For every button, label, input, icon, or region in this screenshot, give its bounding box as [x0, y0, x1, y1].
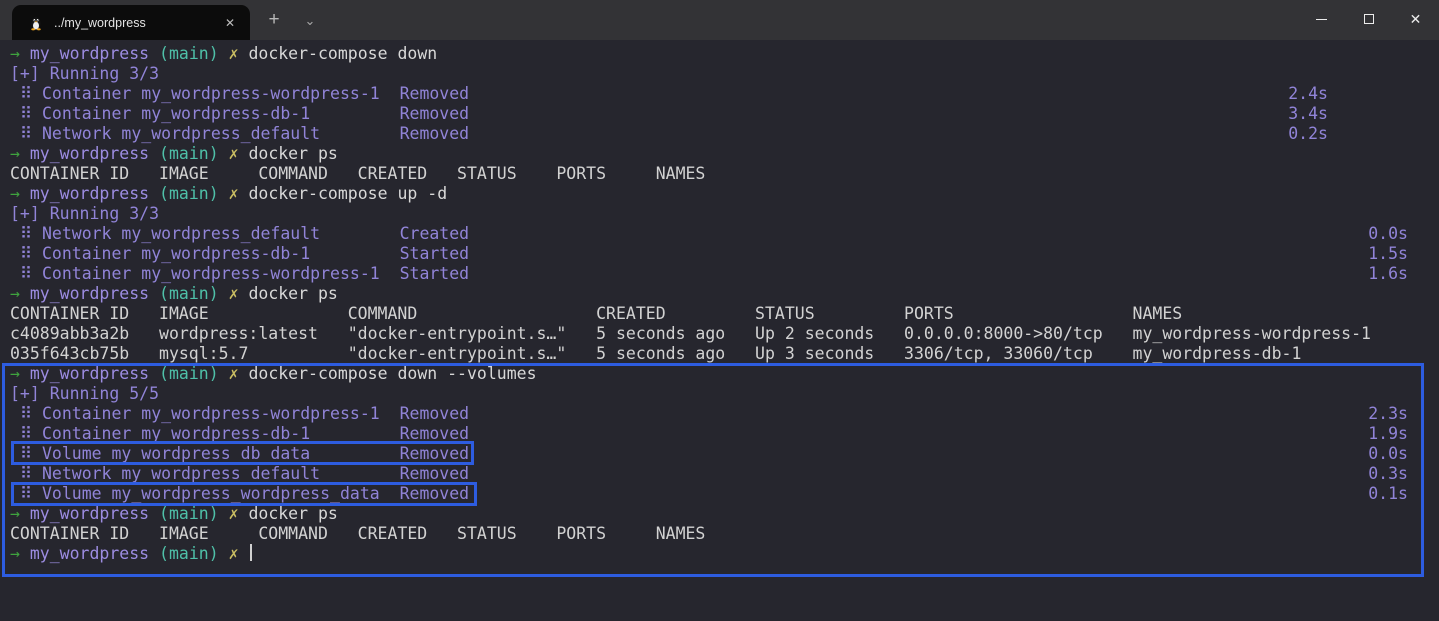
prompt-line: → my_wordpress (main) ✗ — [10, 544, 1439, 564]
docker-ps-header-line: CONTAINER ID IMAGE COMMAND CREATED STATU… — [10, 304, 1439, 324]
docker-ps-row: c4089abb3a2b wordpress:latest "docker-en… — [10, 324, 1439, 344]
terminal-cursor — [250, 544, 252, 561]
compose-item-line-volume-db-data: ⠿ Volume my_wordpress_db_data Removed0.0… — [10, 444, 1439, 464]
prompt-line: → my_wordpress (main) ✗ docker-compose d… — [10, 364, 1439, 384]
compose-timer: 0.2s — [1288, 124, 1328, 144]
window-controls: ✕ — [1298, 0, 1439, 38]
compose-item-line: ⠿ Container my_wordpress-wordpress-1 Rem… — [10, 404, 1439, 424]
minimize-button[interactable] — [1298, 0, 1345, 38]
prompt-line: → my_wordpress (main) ✗ docker-compose u… — [10, 184, 1439, 204]
prompt-line: → my_wordpress (main) ✗ docker ps — [10, 284, 1439, 304]
terminal[interactable]: → my_wordpress (main) ✗ docker-compose d… — [0, 40, 1439, 621]
compose-timer: 0.0s — [1368, 444, 1408, 464]
tux-linux-icon — [28, 15, 44, 31]
compose-item-line: ⠿ Container my_wordpress-wordpress-1 Rem… — [10, 84, 1439, 104]
minimize-icon — [1316, 19, 1327, 20]
compose-timer: 1.5s — [1368, 244, 1408, 264]
compose-progress-line: [+] Running 3/3 — [10, 204, 1439, 224]
tab-title: ../my_wordpress — [54, 16, 220, 30]
compose-item-line: ⠿ Network my_wordpress_default Removed0.… — [10, 124, 1439, 144]
terminal-lines: → my_wordpress (main) ✗ docker-compose d… — [10, 44, 1439, 564]
maximize-icon — [1364, 14, 1374, 24]
close-icon: ✕ — [1410, 12, 1422, 26]
compose-item-line-volume-wordpress-data: ⠿ Volume my_wordpress_wordpress_data Rem… — [10, 484, 1439, 504]
compose-timer: 2.4s — [1288, 84, 1328, 104]
docker-ps-header-line: CONTAINER ID IMAGE COMMAND CREATED STATU… — [10, 524, 1439, 544]
compose-item-line: ⠿ Network my_wordpress_default Removed0.… — [10, 464, 1439, 484]
docker-ps-header-line: CONTAINER ID IMAGE COMMAND CREATED STATU… — [10, 164, 1439, 184]
titlebar: ../my_wordpress ✕ + ⌄ ✕ — [0, 0, 1439, 40]
compose-timer: 1.6s — [1368, 264, 1408, 284]
tab-close-icon[interactable]: ✕ — [220, 14, 240, 32]
compose-timer: 1.9s — [1368, 424, 1408, 444]
prompt-line: → my_wordpress (main) ✗ docker ps — [10, 504, 1439, 524]
compose-item-line: ⠿ Container my_wordpress-wordpress-1 Sta… — [10, 264, 1439, 284]
compose-timer: 2.3s — [1368, 404, 1408, 424]
terminal-tab[interactable]: ../my_wordpress ✕ — [12, 5, 250, 40]
new-tab-button[interactable]: + — [262, 8, 286, 32]
compose-item-line: ⠿ Container my_wordpress-db-1 Started1.5… — [10, 244, 1439, 264]
prompt-line: → my_wordpress (main) ✗ docker-compose d… — [10, 44, 1439, 64]
maximize-button[interactable] — [1345, 0, 1392, 38]
compose-timer: 0.1s — [1368, 484, 1408, 504]
compose-timer: 0.0s — [1368, 224, 1408, 244]
tab-dropdown-icon[interactable]: ⌄ — [298, 8, 322, 34]
compose-progress-line: [+] Running 5/5 — [10, 384, 1439, 404]
compose-progress-line: [+] Running 3/3 — [10, 64, 1439, 84]
compose-item-line: ⠿ Network my_wordpress_default Created0.… — [10, 224, 1439, 244]
compose-item-line: ⠿ Container my_wordpress-db-1 Removed3.4… — [10, 104, 1439, 124]
compose-timer: 0.3s — [1368, 464, 1408, 484]
compose-timer: 3.4s — [1288, 104, 1328, 124]
compose-item-line: ⠿ Container my_wordpress-db-1 Removed1.9… — [10, 424, 1439, 444]
close-button[interactable]: ✕ — [1392, 0, 1439, 38]
docker-ps-row: 035f643cb75b mysql:5.7 "docker-entrypoin… — [10, 344, 1439, 364]
prompt-line: → my_wordpress (main) ✗ docker ps — [10, 144, 1439, 164]
